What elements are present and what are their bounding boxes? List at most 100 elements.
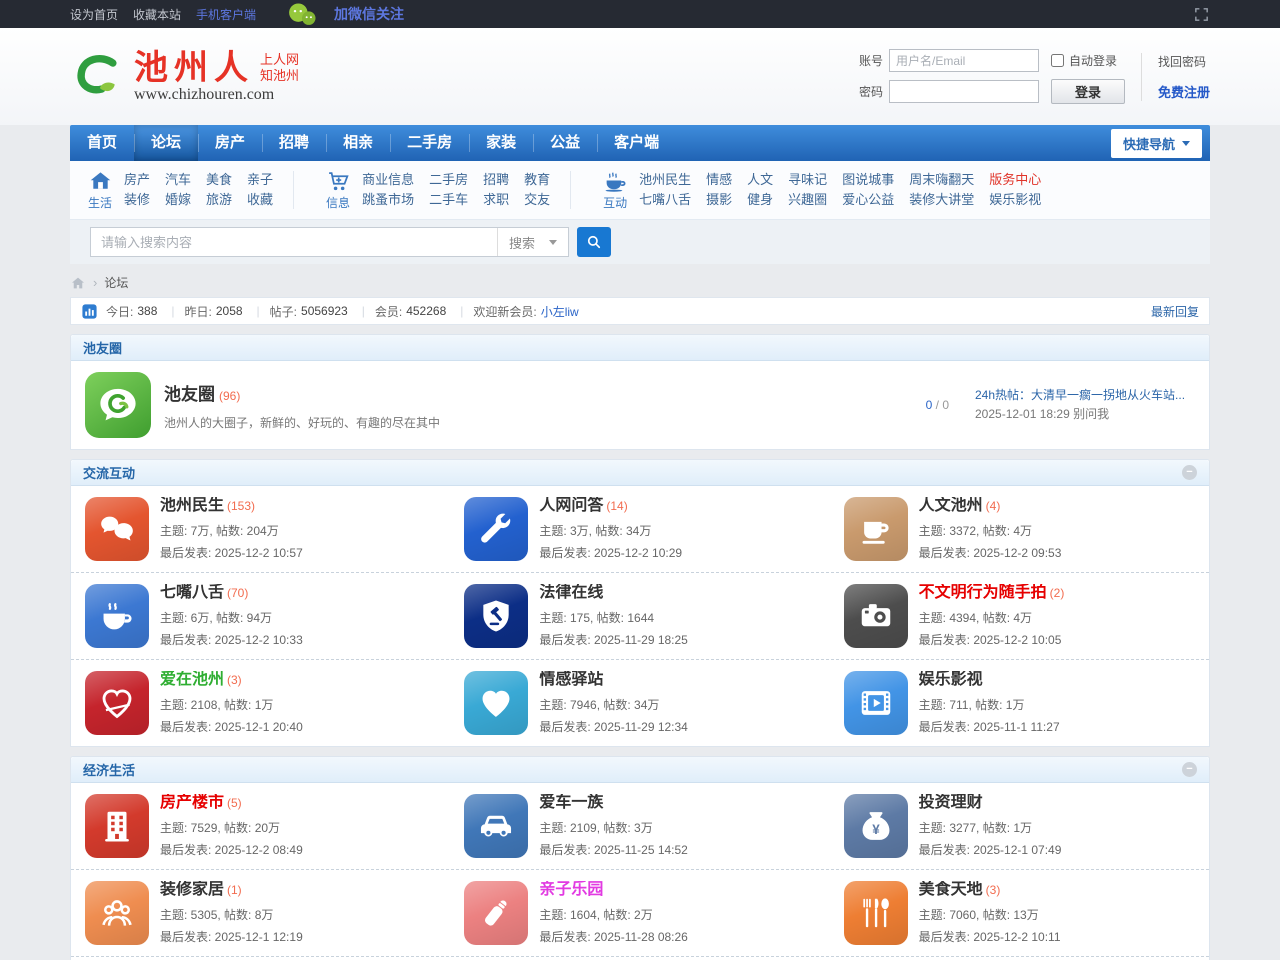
nav-item-4[interactable]: 相亲	[326, 125, 390, 161]
subnav-link[interactable]: 人文	[747, 170, 773, 190]
forum-title-link[interactable]: 不文明行为随手拍	[919, 584, 1047, 601]
wechat-follow-link[interactable]: 加微信关注	[334, 4, 404, 24]
subnav-link[interactable]: 图说城事	[842, 170, 894, 190]
subnav-link[interactable]: 亲子	[247, 170, 273, 190]
forum-title-link[interactable]: 美食天地	[919, 881, 983, 898]
forum-icon[interactable]	[464, 881, 528, 945]
latest-reply-link[interactable]: 最新回复	[1151, 303, 1199, 320]
favorite-link[interactable]: 收藏本站	[133, 6, 181, 23]
set-home-link[interactable]: 设为首页	[70, 6, 118, 23]
search-button[interactable]	[577, 227, 611, 257]
password-input[interactable]	[889, 80, 1039, 103]
forum-icon[interactable]	[844, 584, 908, 648]
subnav-row: 池州民生情感人文寻味记图说城事周末嗨翻天版务中心	[639, 170, 1041, 190]
subnav-link[interactable]: 婚嫁	[165, 190, 191, 210]
subnav-link[interactable]: 摄影	[706, 190, 732, 210]
forum-title-link[interactable]: 池州民生	[160, 497, 224, 514]
subnav-link[interactable]: 美食	[206, 170, 232, 190]
forum-title-link[interactable]: 人网问答	[539, 497, 603, 514]
nav-item-7[interactable]: 公益	[533, 125, 597, 161]
forum-icon[interactable]	[85, 794, 149, 858]
forum-icon[interactable]	[464, 794, 528, 858]
forum-title-link[interactable]: 投资理财	[919, 794, 983, 811]
search-scope-select[interactable]: 搜索	[497, 228, 568, 256]
forum-icon[interactable]	[85, 584, 149, 648]
auto-login-checkbox[interactable]	[1051, 54, 1064, 67]
forum-title-link[interactable]: 装修家居	[160, 881, 224, 898]
subnav-link[interactable]: 商业信息	[362, 170, 414, 190]
chat-bubbles-icon	[98, 510, 136, 548]
logo-mark-icon	[70, 51, 126, 103]
expand-icon[interactable]	[1193, 6, 1210, 23]
register-link[interactable]: 免费注册	[1158, 82, 1210, 101]
subnav-link[interactable]: 装修大讲堂	[909, 190, 974, 210]
subnav-link[interactable]: 情感	[706, 170, 732, 190]
subnav-link[interactable]: 周末嗨翻天	[909, 170, 974, 190]
nav-item-2[interactable]: 房产	[198, 125, 262, 161]
subnav-link[interactable]: 招聘	[483, 170, 509, 190]
forum-title-link[interactable]: 情感驿站	[539, 671, 603, 688]
subnav-link[interactable]: 版务中心	[989, 170, 1041, 190]
forum-icon[interactable]	[844, 497, 908, 561]
forum-icon[interactable]: ¥	[844, 794, 908, 858]
subnav-link[interactable]: 七嘴八舌	[639, 190, 691, 210]
mobile-client-link[interactable]: 手机客户端	[196, 6, 256, 23]
nav-item-0[interactable]: 首页	[70, 125, 134, 161]
subnav-link[interactable]: 收藏	[247, 190, 273, 210]
forum-title-link[interactable]: 人文池州	[919, 497, 983, 514]
subnav-link[interactable]: 娱乐影视	[989, 190, 1041, 210]
forum-icon[interactable]	[85, 881, 149, 945]
forum-icon[interactable]	[844, 881, 908, 945]
forum-icon[interactable]	[464, 584, 528, 648]
forum-icon[interactable]	[464, 497, 528, 561]
tagline-bottom: 知池州	[260, 68, 299, 84]
nav-item-5[interactable]: 二手房	[390, 125, 469, 161]
subnav-link[interactable]: 爱心公益	[842, 190, 894, 210]
collapse-icon[interactable]	[1182, 762, 1197, 777]
subnav-link[interactable]: 交友	[524, 190, 550, 210]
subnav-link[interactable]: 兴趣圈	[788, 190, 827, 210]
forum-title-link[interactable]: 爱在池州	[160, 671, 224, 688]
forum-title-link[interactable]: 娱乐影视	[919, 671, 983, 688]
quick-nav-button[interactable]: 快捷导航	[1111, 129, 1202, 158]
subnav-link[interactable]: 跳蚤市场	[362, 190, 414, 210]
subnav-link[interactable]: 汽车	[165, 170, 191, 190]
subnav-link[interactable]: 健身	[747, 190, 773, 210]
nav-item-6[interactable]: 家装	[469, 125, 533, 161]
account-input[interactable]	[889, 49, 1039, 72]
subnav-link[interactable]: 教育	[524, 170, 550, 190]
subnav-link[interactable]: 池州民生	[639, 170, 691, 190]
subnav-link[interactable]: 求职	[483, 190, 509, 210]
subnav-link[interactable]: 二手车	[429, 190, 468, 210]
nav-item-8[interactable]: 客户端	[597, 125, 676, 161]
forum-icon[interactable]	[85, 671, 149, 735]
collapse-icon[interactable]	[1182, 465, 1197, 480]
forum-icon[interactable]	[85, 372, 151, 438]
home-icon[interactable]	[70, 275, 86, 291]
nav-item-1[interactable]: 论坛	[134, 125, 198, 161]
forum-title-link[interactable]: 房产楼市	[160, 794, 224, 811]
new-member-link[interactable]: 小左liw	[541, 303, 579, 320]
search-input[interactable]	[91, 228, 497, 256]
nav-item-3[interactable]: 招聘	[262, 125, 326, 161]
forum-last-post: 最后发表: 2025-12-2 10:33	[160, 631, 303, 648]
subnav-link[interactable]: 旅游	[206, 190, 232, 210]
forum-title-link[interactable]: 七嘴八舌	[160, 584, 224, 601]
forum-title-link[interactable]: 亲子乐园	[539, 881, 603, 898]
forum-icon[interactable]	[844, 671, 908, 735]
forum-title-link[interactable]: 池友圈	[164, 385, 215, 404]
subnav-link[interactable]: 寻味记	[788, 170, 827, 190]
subnav-link[interactable]: 房产	[124, 170, 150, 190]
subnav-link[interactable]: 二手房	[429, 170, 468, 190]
subnav-link[interactable]: 装修	[124, 190, 150, 210]
forum-row: 池州民生(153)主题: 7万, 帖数: 204万最后发表: 2025-12-2…	[71, 486, 1209, 572]
forum-title-link[interactable]: 爱车一族	[539, 794, 603, 811]
forum-icon[interactable]	[464, 671, 528, 735]
auto-login[interactable]: 自动登录	[1051, 52, 1117, 69]
forum-icon[interactable]	[85, 497, 149, 561]
forum-title-link[interactable]: 法律在线	[539, 584, 603, 601]
find-password-link[interactable]: 找回密码	[1158, 53, 1210, 70]
login-button[interactable]: 登录	[1051, 79, 1125, 104]
hot-post-link[interactable]: 24h热帖：大清早一瘸一拐地从火车站...	[975, 386, 1195, 405]
site-logo[interactable]: 池州人 上人网 知池州 www.chizhouren.com	[70, 50, 299, 104]
